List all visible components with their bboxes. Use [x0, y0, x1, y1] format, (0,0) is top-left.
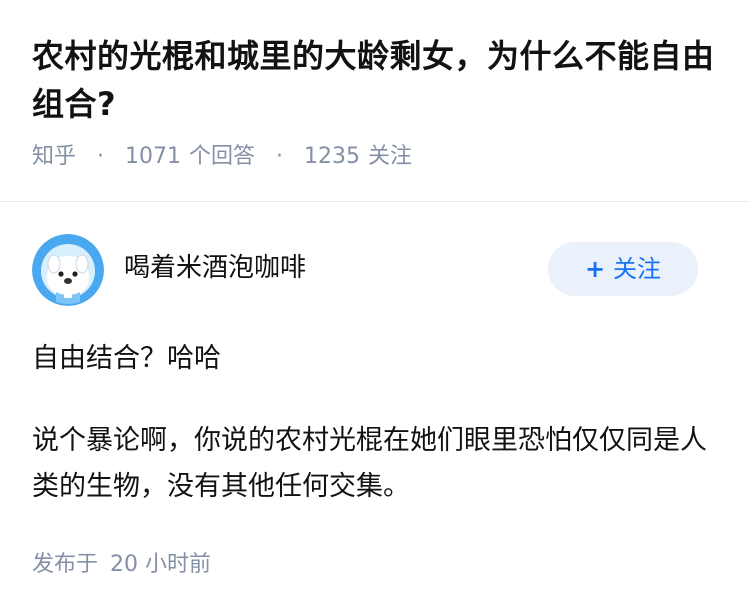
meta-separator: · [97, 144, 105, 169]
cartoon-dog-astronaut-icon [32, 234, 104, 306]
answer-paragraph: 自由结合？哈哈 [32, 343, 221, 374]
followers-count-number: 1235 [304, 144, 361, 169]
meta-separator: · [276, 144, 284, 169]
section-divider [0, 201, 750, 202]
followers-count[interactable]: 1235 关注 [304, 144, 412, 169]
answer-timestamp: 发布于 20 小时前 [32, 548, 211, 582]
answer-paragraph: 说个暴论啊，你说的农村光棍在她们眼里恐怕仅仅同是人类的生物，没有其他任何交集。 [32, 425, 707, 502]
author-row: 喝着米酒泡咖啡 + 关注 [32, 234, 698, 306]
answers-count-label: 个回答 [189, 144, 256, 169]
question-meta: 知乎 · 1071 个回答 · 1235 关注 [32, 142, 722, 172]
followers-count-label: 关注 [368, 144, 413, 169]
source-label[interactable]: 知乎 [32, 144, 76, 169]
timestamp-value: 20 小时前 [110, 552, 212, 577]
question-header: 农村的光棍和城里的大龄剩女，为什么不能自由组合? 知乎 · 1071 个回答 · … [32, 32, 722, 172]
timestamp-prefix: 发布于 [32, 552, 99, 577]
answer-content: 自由结合？哈哈 说个暴论啊，你说的农村光棍在她们眼里恐怕仅仅同是人类的生物，没有… [32, 336, 712, 510]
answers-count[interactable]: 1071 个回答 [125, 144, 255, 169]
plus-icon: + [584, 255, 606, 283]
author-name[interactable]: 喝着米酒泡咖啡 [124, 250, 306, 286]
follow-button-label: 关注 [613, 255, 662, 283]
follow-button[interactable]: + 关注 [548, 242, 698, 296]
avatar[interactable] [32, 234, 104, 306]
answers-count-number: 1071 [125, 144, 182, 169]
question-title[interactable]: 农村的光棍和城里的大龄剩女，为什么不能自由组合? [32, 32, 722, 128]
